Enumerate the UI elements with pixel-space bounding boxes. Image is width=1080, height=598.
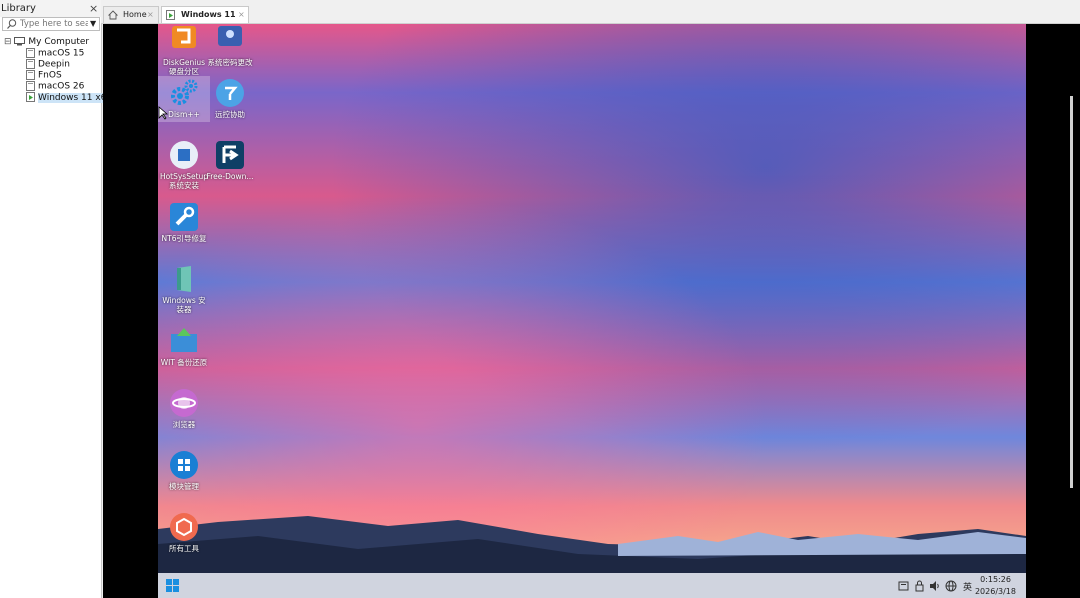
library-header: Library × — [0, 0, 101, 17]
tray-app-icon[interactable] — [898, 580, 909, 592]
desktop-icon-windows-installer[interactable]: Windows 安 装器 — [158, 264, 210, 314]
library-panel: Library × ▼ ⊟ My Computer macOS 15 Deepi… — [0, 0, 113, 598]
desktop-icon-browser[interactable]: 浏览器 — [158, 388, 210, 429]
vm-icon — [26, 70, 35, 80]
gears-icon — [169, 78, 199, 108]
tree-collapse-toggle[interactable]: ⊟ — [4, 37, 12, 47]
ime-indicator[interactable]: 英 — [963, 580, 972, 593]
desktop-icon-all-tools[interactable]: 所有工具 — [158, 512, 210, 553]
backup-restore-icon — [169, 326, 199, 356]
mouse-cursor-icon — [158, 106, 168, 120]
computer-icon — [14, 37, 26, 46]
home-icon — [108, 10, 118, 20]
desktop-icon-label: Windows 安 — [162, 296, 206, 305]
desktop-icon-label: Free-Down... — [206, 172, 254, 181]
security-icon[interactable] — [914, 580, 925, 592]
taskbar: 英 0:15:26 2026/3/18 — [158, 573, 1026, 598]
desktop-icon-label: 系统密码更改 — [207, 58, 253, 67]
desktop-icon-label: NT6引导修复 — [161, 234, 207, 243]
desktop-icon-nt6-repair[interactable]: NT6引导修复 — [158, 202, 210, 243]
module-manager-icon — [169, 450, 199, 480]
tab-close-button[interactable]: × — [238, 7, 245, 23]
desktop-icon-module-manager[interactable]: 模块管理 — [158, 450, 210, 491]
all-tools-icon — [169, 512, 199, 542]
tree-item-label: Deepin — [38, 59, 70, 70]
desktop-icon-label: 模块管理 — [169, 482, 199, 491]
desktop-icon-label: 浏览器 — [172, 420, 196, 429]
windows-start-icon[interactable] — [166, 579, 179, 592]
tree-item-label: macOS 26 — [38, 81, 85, 92]
tree-item-label: Windows 11 x64 — [38, 92, 113, 103]
search-dropdown-button[interactable]: ▼ — [90, 19, 96, 28]
tree-item-vm[interactable]: macOS 26 — [26, 81, 84, 92]
library-title: Library — [1, 3, 36, 14]
desktop-icon-label: 远控协助 — [215, 110, 245, 119]
library-search-box[interactable]: ▼ — [2, 17, 100, 31]
desktop-icon-remote-assist[interactable]: 远控协助 — [204, 78, 256, 119]
vm-running-icon — [166, 10, 175, 20]
tree-item-label: macOS 15 — [38, 48, 85, 59]
desktop-icon-password-change[interactable]: 系统密码更改 — [204, 26, 256, 67]
browser-icon — [169, 388, 199, 418]
diskgenius-icon — [169, 26, 199, 56]
tree-root-label: My Computer — [28, 37, 90, 47]
hotsyssetup-icon — [169, 140, 199, 170]
vm-icon — [26, 48, 35, 58]
desktop-icon-label: 系统安装 — [169, 181, 199, 190]
search-icon — [7, 19, 17, 29]
windows-installer-icon — [169, 264, 199, 294]
network-icon[interactable] — [945, 580, 957, 592]
clock-time: 0:15:26 — [980, 575, 1011, 584]
library-close-button[interactable]: × — [89, 2, 98, 15]
wrench-icon — [169, 202, 199, 232]
tab-windows-11-x64[interactable]: Windows 11 x64 × — [161, 6, 249, 35]
vm-icon — [26, 81, 35, 91]
tree-item-vm[interactable]: Deepin — [26, 59, 70, 70]
tree-item-vm-selected[interactable]: Windows 11 x64 — [26, 92, 113, 103]
desktop-icon-diskgenius[interactable]: DiskGenius 硬盘分区 — [158, 26, 210, 76]
desktop-icon-wit-backup[interactable]: WIT 备份还原 — [158, 326, 210, 367]
volume-icon[interactable] — [929, 580, 941, 592]
clock[interactable]: 0:15:26 2026/3/18 — [975, 574, 1016, 598]
remote-assist-icon — [215, 78, 245, 108]
desktop-icon-label: DiskGenius — [162, 58, 206, 67]
desktop-icon-label: 装器 — [176, 305, 192, 314]
desktop-icon-label: WIT 备份还原 — [160, 358, 208, 367]
tree-item-label: FnOS — [38, 70, 62, 81]
tree-node-my-computer[interactable]: ⊟ My Computer — [4, 37, 89, 48]
password-change-icon — [215, 26, 245, 56]
tab-bar: Home × Windows 11 x64 × — [101, 0, 1080, 35]
tab-home[interactable]: Home × — [103, 6, 159, 23]
vertical-scrollbar[interactable] — [1070, 96, 1073, 488]
desktop-icon-hotsyssetup[interactable]: HotSysSetup 系统安装 — [158, 140, 210, 190]
library-search-input[interactable] — [20, 18, 88, 30]
vm-running-icon — [26, 92, 35, 102]
free-download-icon — [215, 140, 245, 170]
desktop-icon-free-download[interactable]: Free-Down... — [204, 140, 256, 181]
tree-item-vm[interactable]: macOS 15 — [26, 48, 84, 59]
clock-date: 2026/3/18 — [974, 587, 1016, 596]
vm-icon — [26, 59, 35, 69]
desktop-icon-label: 所有工具 — [169, 544, 199, 553]
tab-close-button[interactable]: × — [147, 7, 154, 23]
tree-item-vm[interactable]: FnOS — [26, 70, 62, 81]
desktop-icon-label: HotSysSetup — [159, 172, 209, 181]
guest-desktop[interactable]: DiskGenius 硬盘分区 系统密码更改 Dism++ 远控协助 HotSy… — [158, 24, 1026, 598]
vm-display[interactable]: DiskGenius 硬盘分区 系统密码更改 Dism++ 远控协助 HotSy… — [103, 24, 1080, 598]
tab-label: Home — [123, 10, 147, 19]
desktop-icon-label: 硬盘分区 — [169, 67, 199, 76]
wallpaper-image — [158, 24, 1026, 598]
